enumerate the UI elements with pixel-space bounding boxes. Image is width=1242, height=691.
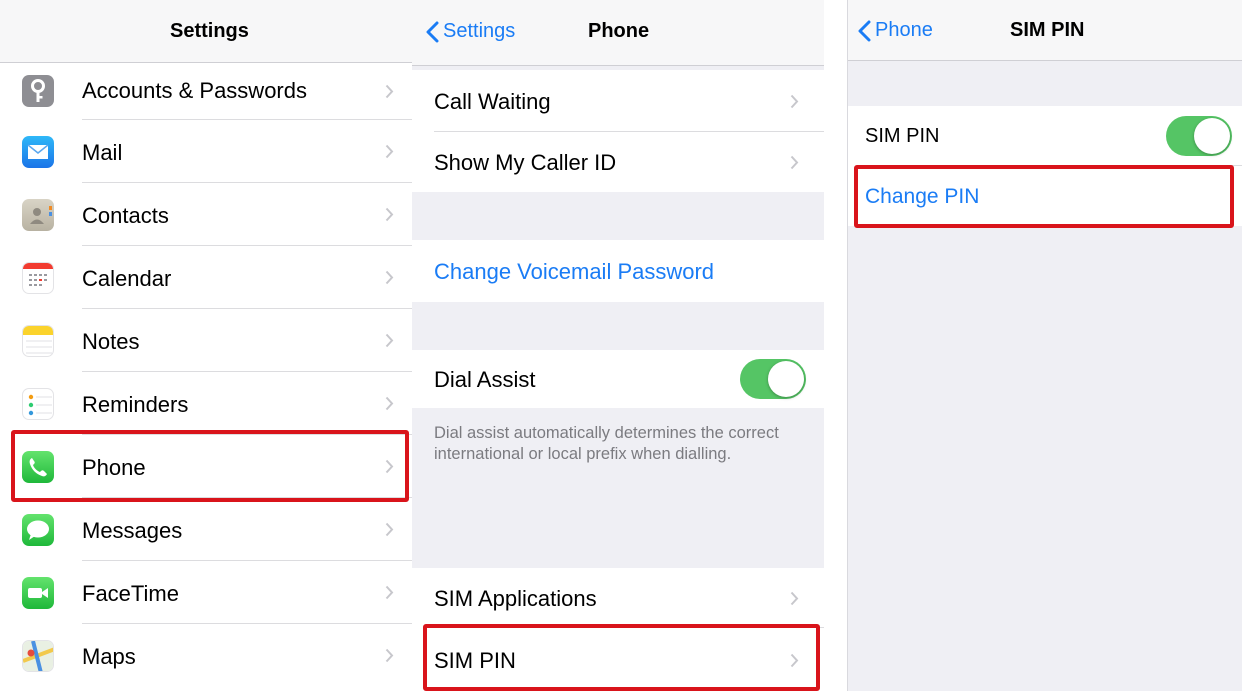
back-to-settings-button[interactable]: Settings <box>426 0 515 63</box>
toggle-knob <box>768 361 804 397</box>
dial-assist-footer: Dial assist automatically determines the… <box>434 424 779 463</box>
sim-pin-navbar: Phone SIM PIN <box>848 0 1242 61</box>
settings-item-messages[interactable]: Messages <box>0 498 412 561</box>
chevron-right-icon <box>385 396 394 411</box>
dial-assist-row: Dial Assist <box>412 350 824 408</box>
chevron-right-icon <box>790 94 799 109</box>
sim-pin-title: SIM PIN <box>1010 19 1085 41</box>
phone-navbar: Settings Phone <box>412 0 824 66</box>
reminders-icon <box>22 388 54 420</box>
settings-item-facetime[interactable]: FaceTime <box>0 561 412 624</box>
phone-icon <box>22 451 54 483</box>
chevron-right-icon <box>790 155 799 170</box>
settings-item-label: Messages <box>82 518 183 543</box>
phone-title: Phone <box>588 20 650 42</box>
settings-item-contacts[interactable]: Contacts <box>0 183 412 246</box>
chevron-right-icon <box>385 84 394 99</box>
toggle-knob <box>1194 118 1230 154</box>
calendar-icon <box>22 262 54 294</box>
change-voicemail-password-row[interactable]: Change Voicemail Password <box>412 240 824 302</box>
chevron-right-icon <box>385 522 394 537</box>
settings-item-label: Contacts <box>82 203 169 228</box>
settings-item-label: Notes <box>82 329 140 354</box>
settings-panel: Settings Accounts & Passwords Mail Conta… <box>0 0 412 691</box>
chevron-right-icon <box>790 653 799 668</box>
settings-item-mail[interactable]: Mail <box>0 120 412 183</box>
phone-panel: Settings Phone Call Waiting Show My Call… <box>412 0 824 691</box>
sim-pin-label: SIM PIN <box>434 648 516 673</box>
back-label: Phone <box>875 19 933 41</box>
settings-item-accounts-passwords[interactable]: Accounts & Passwords <box>0 63 412 120</box>
change-voicemail-password-link: Change Voicemail Password <box>434 259 715 284</box>
sim-pin-toggle-row: SIM PIN <box>848 106 1242 166</box>
sim-applications-row[interactable]: SIM Applications <box>412 568 824 628</box>
settings-item-label: Calendar <box>82 266 172 291</box>
sim-pin-toggle-label: SIM PIN <box>865 125 940 147</box>
chevron-right-icon <box>385 459 394 474</box>
key-icon <box>22 75 54 107</box>
change-pin-link: Change PIN <box>865 185 980 208</box>
settings-item-maps[interactable]: Maps <box>0 624 412 687</box>
chevron-left-icon <box>858 20 871 41</box>
chevron-right-icon <box>385 333 394 348</box>
call-waiting-row[interactable]: Call Waiting <box>412 70 824 132</box>
notes-icon <box>22 325 54 357</box>
change-pin-row[interactable]: Change PIN <box>848 166 1242 226</box>
maps-icon <box>22 640 54 672</box>
sim-applications-label: SIM Applications <box>434 586 597 611</box>
panel-gap <box>824 0 847 691</box>
show-caller-id-row[interactable]: Show My Caller ID <box>412 132 824 192</box>
settings-item-label: Phone <box>82 455 146 480</box>
mail-icon <box>22 136 54 168</box>
chevron-right-icon <box>385 585 394 600</box>
sim-pin-toggle[interactable] <box>1166 116 1232 156</box>
chevron-right-icon <box>790 591 799 606</box>
chevron-left-icon <box>426 21 439 42</box>
settings-item-label: Mail <box>82 140 123 165</box>
dial-assist-toggle[interactable] <box>740 359 806 399</box>
call-waiting-label: Call Waiting <box>434 89 551 114</box>
chevron-right-icon <box>385 207 394 222</box>
sim-pin-row[interactable]: SIM PIN <box>412 628 824 691</box>
sim-pin-panel: Phone SIM PIN SIM PIN Change PIN <box>847 0 1242 691</box>
settings-item-notes[interactable]: Notes <box>0 309 412 372</box>
show-caller-id-label: Show My Caller ID <box>434 150 617 175</box>
messages-icon <box>22 514 54 546</box>
settings-item-label: Reminders <box>82 392 189 417</box>
settings-item-label: FaceTime <box>82 581 179 606</box>
chevron-right-icon <box>385 270 394 285</box>
settings-item-phone[interactable]: Phone <box>0 435 412 498</box>
settings-item-label: Accounts & Passwords <box>82 78 307 103</box>
facetime-icon <box>22 577 54 609</box>
chevron-right-icon <box>385 144 394 159</box>
settings-item-calendar[interactable]: Calendar <box>0 246 412 309</box>
settings-title: Settings <box>170 20 249 42</box>
chevron-right-icon <box>385 648 394 663</box>
settings-navbar: Settings <box>0 0 412 63</box>
dial-assist-label: Dial Assist <box>434 367 536 392</box>
settings-item-reminders[interactable]: Reminders <box>0 372 412 435</box>
back-label: Settings <box>443 20 516 42</box>
back-to-phone-button[interactable]: Phone <box>858 0 933 61</box>
contacts-icon <box>22 199 54 231</box>
settings-item-label: Maps <box>82 644 136 669</box>
